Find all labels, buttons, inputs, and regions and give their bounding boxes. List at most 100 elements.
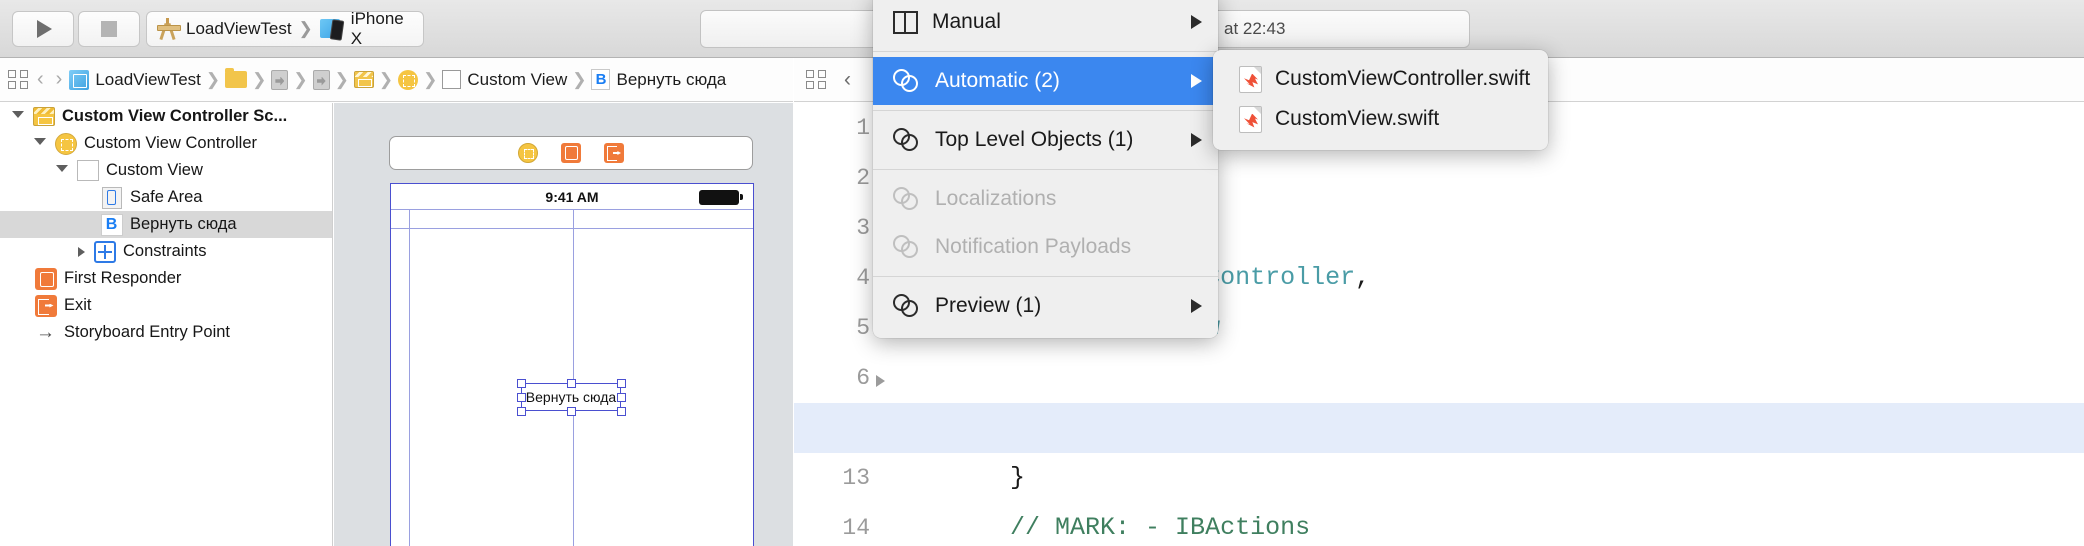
outline-row-scene[interactable]: Custom View Controller Sc...: [0, 103, 332, 130]
code-fold-arrow-icon[interactable]: [876, 375, 885, 387]
assistant-editor-popup-menu[interactable]: Manual Automatic (2) Top Level Objects (…: [873, 0, 1218, 338]
menu-item-preview[interactable]: Preview (1): [873, 282, 1218, 330]
resize-handle-bc[interactable]: [567, 407, 576, 416]
scheme-separator-icon: ❯: [298, 19, 313, 38]
menu-item-automatic[interactable]: Automatic (2): [873, 57, 1218, 105]
outline-row-constraints[interactable]: Constraints: [0, 238, 332, 265]
menu-item-manual[interactable]: Manual: [873, 0, 1218, 46]
play-icon: [37, 20, 52, 38]
scheme-project-label: LoadViewTest: [186, 19, 292, 38]
outline-row-storyboard-entry-point[interactable]: → Storyboard Entry Point: [0, 319, 332, 346]
disclosure-open-icon[interactable]: [12, 110, 24, 123]
outline-row-safe-area[interactable]: Safe Area: [0, 184, 332, 211]
assistant-related-items-icon[interactable]: [806, 69, 828, 90]
back-button[interactable]: ‹: [32, 68, 49, 91]
venn-icon: [893, 294, 921, 318]
chevron-right-icon: [1191, 133, 1202, 147]
related-items-icon[interactable]: [8, 69, 30, 90]
code-line-6: override func viewDidLoad() { ••• }: [890, 353, 2084, 442]
code-line-12: }: [794, 403, 2084, 492]
jump-bar-interface-builder: ‹ › LoadViewTest ❯ ❯ ❯ ❯ ❯ ❯ Custom View…: [0, 58, 793, 102]
disclosure-closed-icon[interactable]: [78, 246, 85, 257]
menu-item-notification-payloads: Notification Payloads: [873, 223, 1218, 271]
xcode-window: LoadViewTest ❯ iPhone X LoadViewTest | B…: [0, 0, 2084, 546]
device-preview[interactable]: 9:41 AM Вернуть сюда: [390, 183, 754, 546]
disclosure-open-icon[interactable]: [34, 137, 46, 150]
first-responder-dock-icon[interactable]: [561, 143, 581, 163]
submenu-item-label: CustomView.swift: [1275, 107, 1440, 130]
breadcrumb-custom-view-label: Custom View: [467, 69, 568, 89]
run-button[interactable]: [12, 11, 74, 47]
menu-separator: [873, 169, 1218, 170]
view-icon: [76, 160, 99, 182]
submenu-item-label: CustomViewController.swift: [1275, 67, 1531, 90]
first-responder-icon: [34, 267, 57, 290]
scheme-device-label: iPhone X: [350, 9, 404, 48]
resize-handle-tc[interactable]: [567, 379, 576, 388]
scheme-selector[interactable]: LoadViewTest ❯ iPhone X: [146, 9, 424, 48]
exit-dock-icon[interactable]: [604, 143, 624, 163]
breadcrumb-sep-3: ❯: [293, 69, 308, 89]
breadcrumb-file-icon-1[interactable]: [271, 69, 289, 90]
breadcrumb-scene-icon[interactable]: [353, 71, 374, 88]
scene-dock[interactable]: [389, 136, 753, 170]
breadcrumb-custom-view[interactable]: Custom View: [442, 70, 567, 90]
resize-handle-br[interactable]: [617, 407, 626, 416]
breadcrumb-project[interactable]: LoadViewTest: [69, 69, 201, 90]
interface-builder-canvas[interactable]: 9:41 AM Вернуть сюда: [334, 103, 793, 546]
line-number: 6: [856, 365, 870, 391]
line-number: 14: [842, 515, 870, 541]
resize-handle-bl[interactable]: [517, 407, 526, 416]
stop-button[interactable]: [78, 11, 140, 47]
resize-handle-tr[interactable]: [617, 379, 626, 388]
line-number: 5: [856, 315, 870, 341]
breadcrumb-viewcontroller-icon[interactable]: [398, 69, 419, 90]
resize-handle-mr[interactable]: [617, 393, 626, 402]
line-number: 3: [856, 215, 870, 241]
submenu-item-custom-view[interactable]: CustomView.swift: [1213, 99, 1548, 139]
code-text: }: [1010, 463, 1026, 492]
breadcrumb-folder-icon[interactable]: [225, 68, 248, 88]
selected-button-label: Вернуть сюда: [525, 389, 617, 405]
breadcrumb-button[interactable]: B Вернуть сюда: [591, 69, 726, 90]
menu-item-label: Manual: [932, 10, 1001, 33]
outline-row-button[interactable]: B Вернуть сюда: [0, 211, 332, 238]
document-outline[interactable]: Custom View Controller Sc... Custom View…: [0, 103, 333, 546]
assistant-back-button[interactable]: ‹: [844, 68, 851, 92]
constraints-icon: [93, 240, 116, 263]
swift-file-icon: [1239, 105, 1262, 133]
outline-row-view-controller[interactable]: Custom View Controller: [0, 130, 332, 157]
breadcrumb-sep-1: ❯: [205, 69, 221, 89]
resize-handle-ml[interactable]: [517, 393, 526, 402]
outline-label: Custom View: [106, 161, 203, 179]
outline-row-first-responder[interactable]: First Responder: [0, 265, 332, 292]
menu-item-label: Preview (1): [935, 294, 1042, 317]
outline-label: Exit: [64, 296, 92, 314]
outline-label: Custom View Controller: [84, 134, 258, 152]
status-time-wrap: at 22:43: [1218, 10, 1470, 48]
breadcrumb-sep-6: ❯: [423, 69, 438, 89]
menu-separator: [873, 110, 1218, 111]
device-status-bar: 9:41 AM: [391, 184, 753, 210]
submenu-item-custom-view-controller[interactable]: CustomViewController.swift: [1213, 59, 1548, 99]
breadcrumb-sep-5: ❯: [378, 69, 394, 89]
menu-separator: [873, 51, 1218, 52]
chevron-right-icon: [1191, 74, 1202, 88]
menu-item-top-level-objects[interactable]: Top Level Objects (1): [873, 116, 1218, 164]
chevron-right-icon: [1191, 15, 1202, 29]
automatic-submenu[interactable]: CustomViewController.swift CustomView.sw…: [1213, 50, 1548, 150]
guide-center: [573, 210, 574, 546]
code-comment: // MARK: - IBActions: [1010, 513, 1311, 542]
outline-row-exit[interactable]: Exit: [0, 292, 332, 319]
scheme-icon: [157, 18, 181, 40]
view-controller-dock-icon[interactable]: [518, 143, 538, 163]
breadcrumb-file-icon-2[interactable]: [312, 69, 330, 90]
disclosure-open-icon[interactable]: [56, 164, 68, 177]
forward-button[interactable]: ›: [51, 68, 68, 91]
view-icon: [442, 70, 462, 89]
swift-file-icon: [1239, 65, 1262, 93]
breadcrumb-project-label: LoadViewTest: [95, 69, 201, 89]
outline-row-custom-view[interactable]: Custom View: [0, 157, 332, 184]
storyboard-icon: [69, 69, 90, 90]
resize-handle-tl[interactable]: [517, 379, 526, 388]
